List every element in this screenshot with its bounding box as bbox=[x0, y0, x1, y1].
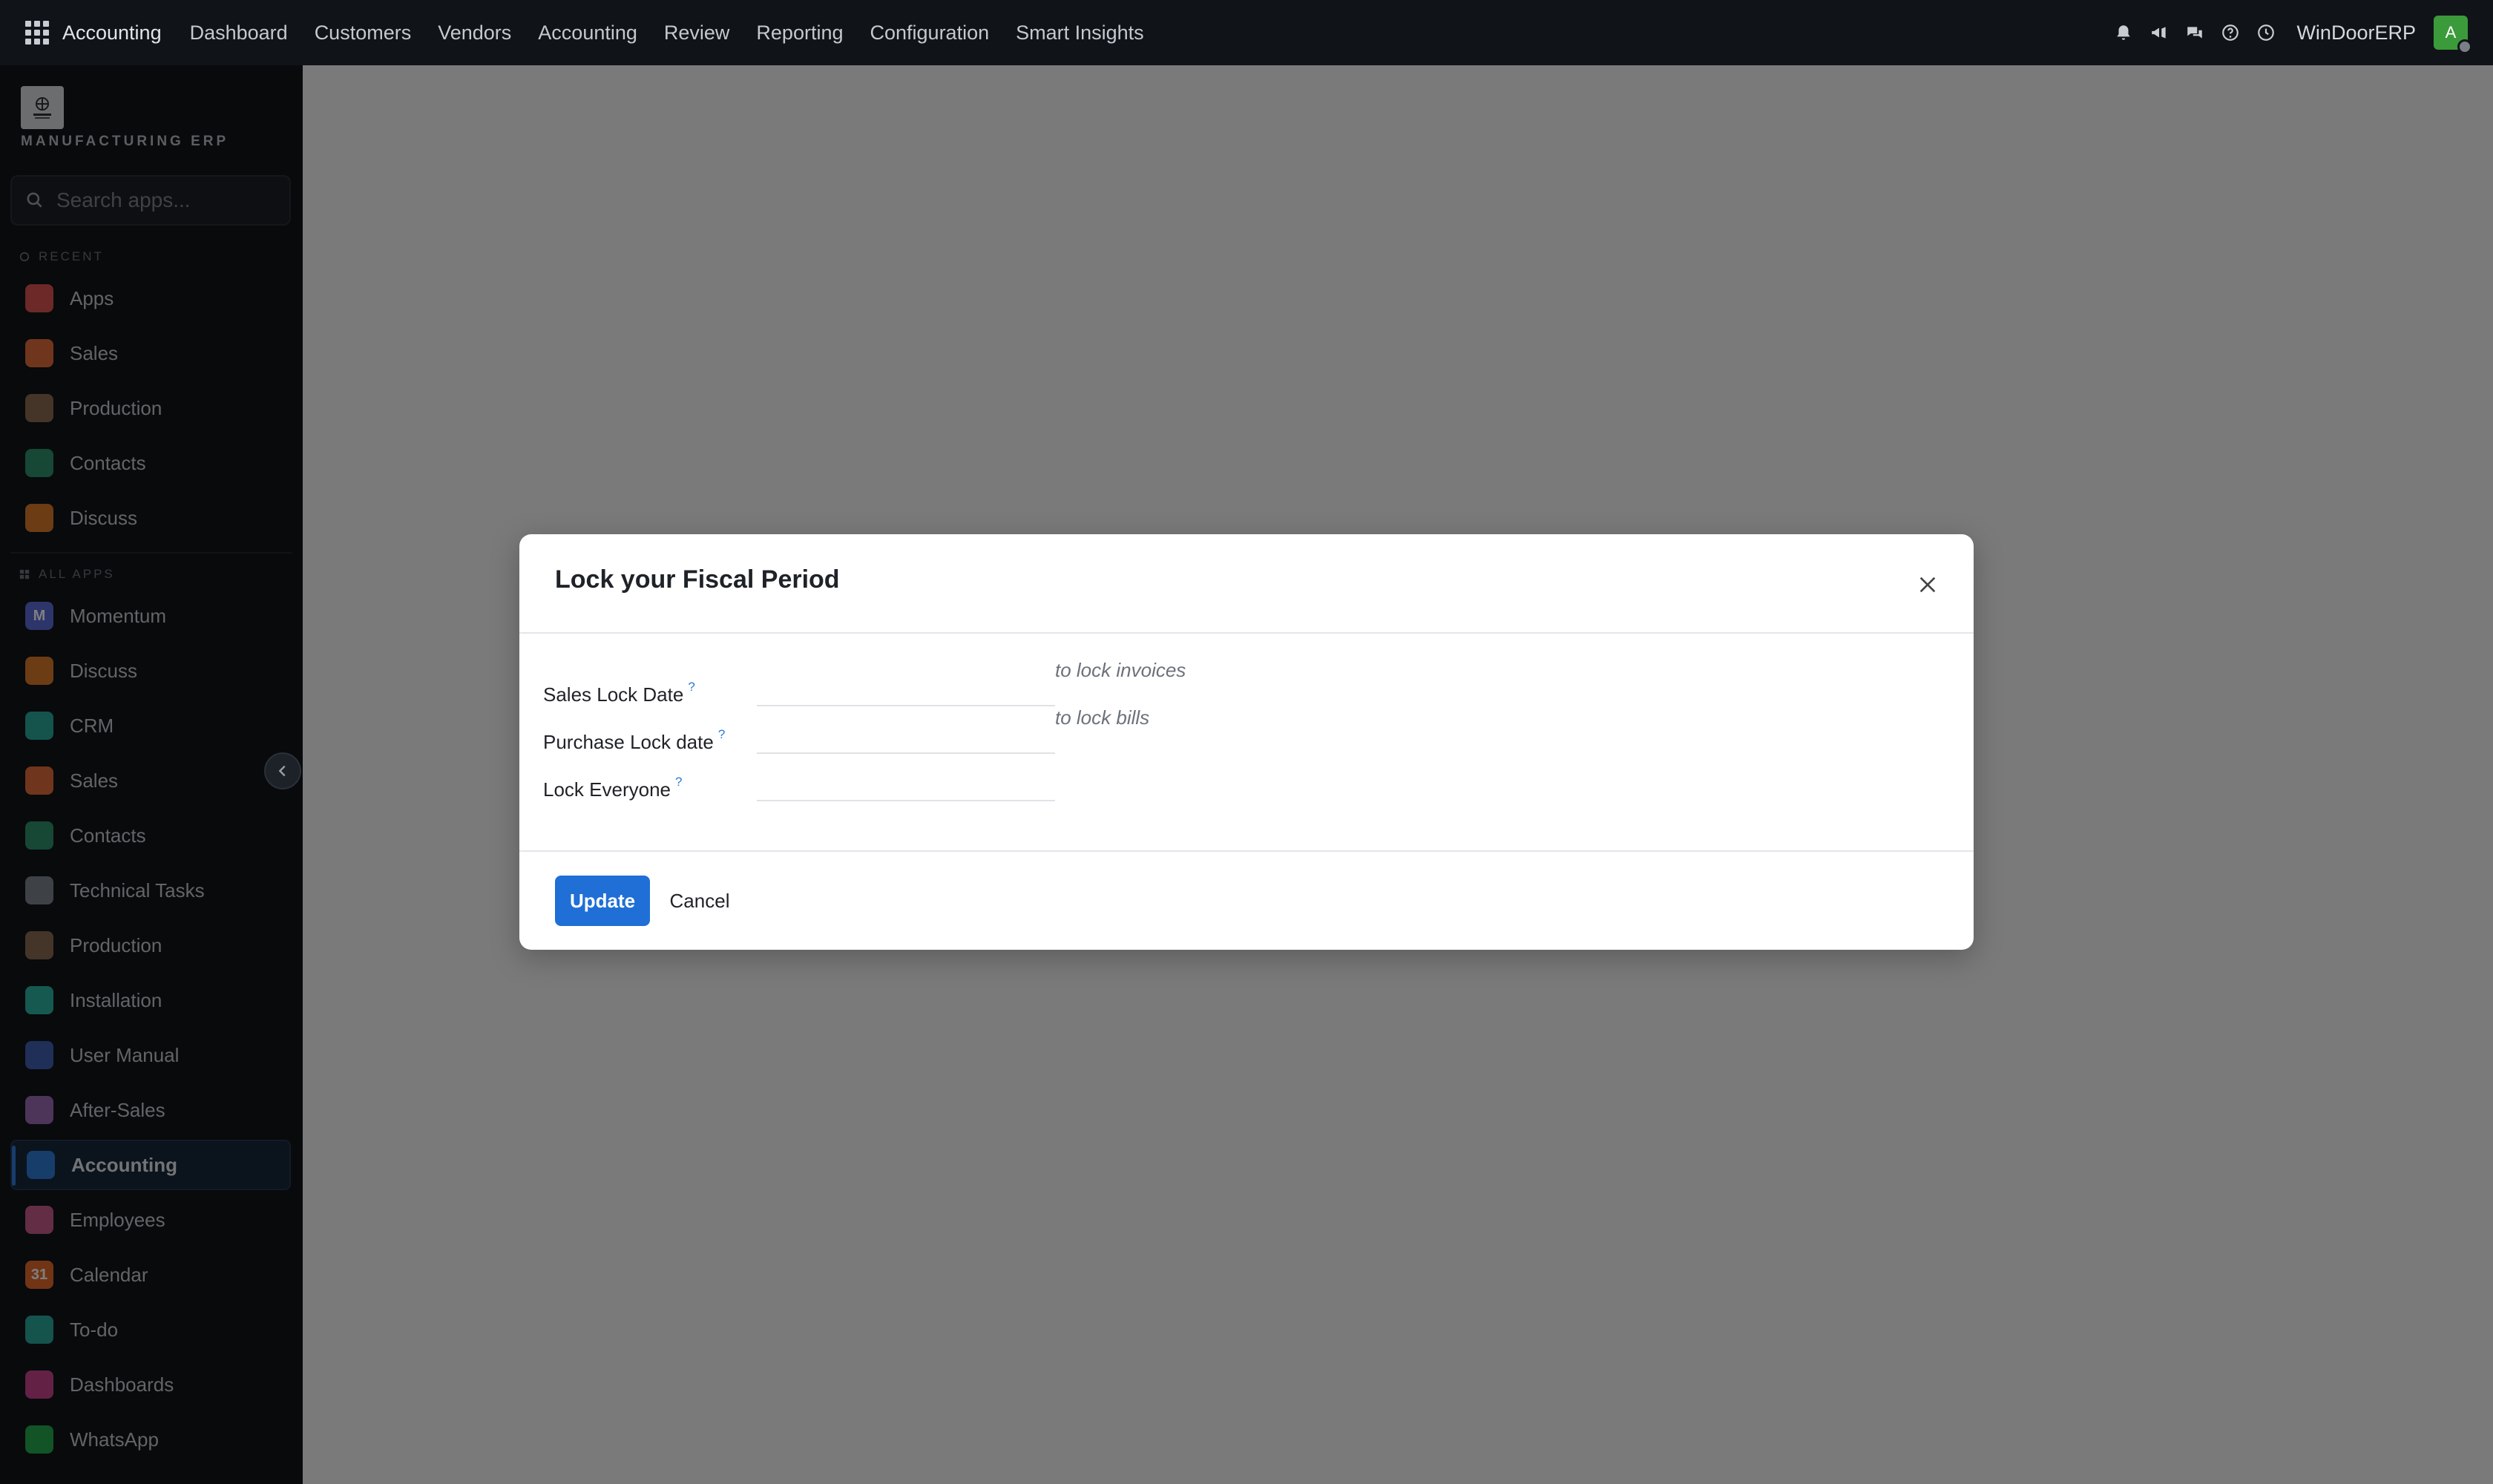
purchase-lock-date-label: Purchase Lock date? bbox=[543, 727, 757, 754]
company-name[interactable]: WinDoorERP bbox=[2296, 22, 2416, 45]
dialog-footer: Update Cancel bbox=[519, 850, 1974, 950]
purchase-lock-date-hint: to lock bills bbox=[1055, 706, 1150, 729]
cancel-button[interactable]: Cancel bbox=[659, 876, 740, 926]
lock-everyone-input[interactable] bbox=[757, 766, 1055, 801]
app-brand[interactable]: Accounting bbox=[62, 22, 162, 45]
close-icon[interactable] bbox=[1913, 570, 1942, 600]
menu-vendors[interactable]: Vendors bbox=[424, 22, 525, 45]
avatar-initial: A bbox=[2445, 23, 2457, 42]
sales-lock-date-label: Sales Lock Date? bbox=[543, 680, 757, 706]
menu-configuration[interactable]: Configuration bbox=[857, 22, 1003, 45]
help-icon[interactable]: ? bbox=[688, 680, 694, 694]
help-icon[interactable]: ? bbox=[675, 775, 682, 789]
lock-everyone-label: Lock Everyone? bbox=[543, 775, 757, 801]
update-button[interactable]: Update bbox=[555, 876, 650, 926]
sidebar-collapse-button[interactable] bbox=[264, 752, 301, 789]
purchase-lock-date-input[interactable] bbox=[757, 718, 1055, 754]
purchase-lock-date-label-text: Purchase Lock date bbox=[543, 731, 714, 753]
lock-fiscal-period-dialog: Lock your Fiscal Period Sales Lock Date?… bbox=[519, 534, 1974, 950]
status-dot bbox=[2457, 39, 2472, 54]
chat-icon[interactable] bbox=[2184, 22, 2206, 44]
menu-reporting[interactable]: Reporting bbox=[743, 22, 856, 45]
chevron-left-icon bbox=[278, 765, 286, 777]
lock-everyone-row: Lock Everyone? bbox=[543, 760, 1055, 801]
clock-icon[interactable] bbox=[2255, 22, 2277, 44]
menu-accounting[interactable]: Accounting bbox=[525, 22, 651, 45]
bell-icon[interactable] bbox=[2112, 22, 2135, 44]
user-avatar[interactable]: A bbox=[2434, 16, 2472, 54]
menu-customers[interactable]: Customers bbox=[301, 22, 425, 45]
lock-everyone-label-text: Lock Everyone bbox=[543, 778, 671, 801]
menu-smart-insights[interactable]: Smart Insights bbox=[1002, 22, 1157, 45]
help-icon[interactable]: ? bbox=[718, 727, 725, 741]
purchase-lock-date-row: Purchase Lock date? to lock bills bbox=[543, 706, 1149, 754]
dialog-title: Lock your Fiscal Period bbox=[555, 565, 840, 594]
top-navbar: Accounting Dashboard Customers Vendors A… bbox=[0, 0, 2493, 65]
help-icon[interactable] bbox=[2219, 22, 2241, 44]
dialog-header: Lock your Fiscal Period bbox=[519, 534, 1974, 634]
sales-lock-date-label-text: Sales Lock Date bbox=[543, 683, 684, 706]
sales-lock-date-hint: to lock invoices bbox=[1055, 659, 1186, 681]
megaphone-icon[interactable] bbox=[2148, 22, 2170, 44]
menu-dashboard[interactable]: Dashboard bbox=[177, 22, 301, 45]
apps-grid-icon[interactable] bbox=[25, 21, 49, 45]
menu-review[interactable]: Review bbox=[651, 22, 743, 45]
sales-lock-date-row: Sales Lock Date? to lock invoices bbox=[543, 659, 1186, 706]
sales-lock-date-input[interactable] bbox=[757, 671, 1055, 706]
